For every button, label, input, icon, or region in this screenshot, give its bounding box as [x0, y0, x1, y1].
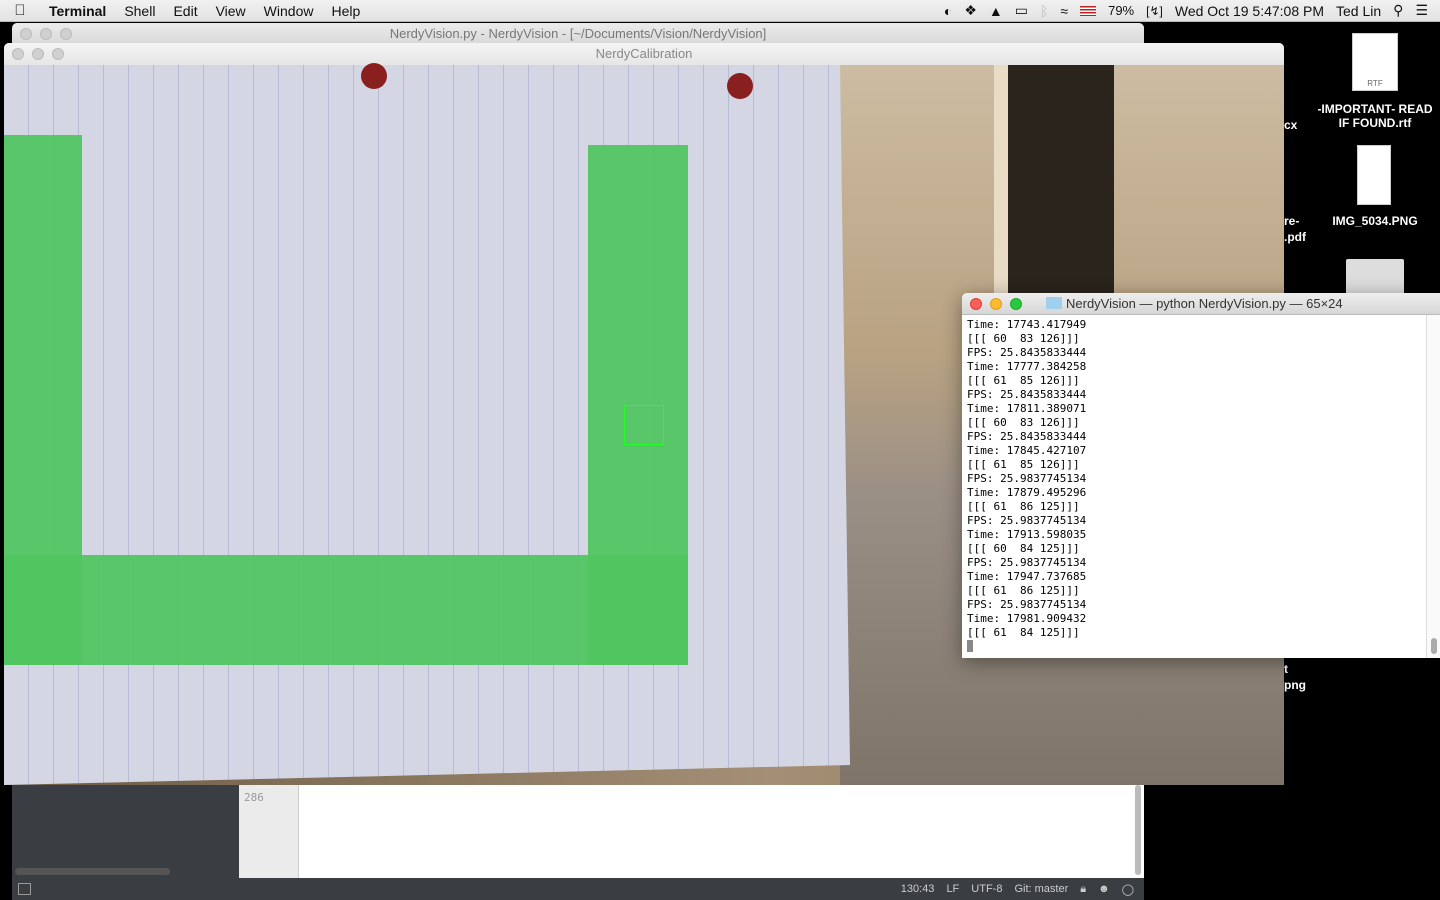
terminal-title: NerdyVision — python NerdyVision.py — 65…: [1066, 296, 1343, 311]
terminal-line: [[[ 61 85 126]]]: [967, 374, 1080, 387]
terminal-line: [[[ 61 86 125]]]: [967, 584, 1080, 597]
terminal-line: [[[ 60 84 125]]]: [967, 542, 1080, 555]
editor-title: NerdyVision.py - NerdyVision - [~/Docume…: [389, 26, 767, 41]
rtf-badge: RTF: [1367, 79, 1383, 88]
status-bar: 130:43 LF UTF-8 Git: master 🔒︎ ☻ ◯: [12, 878, 1144, 900]
apple-menu-icon[interactable]: : [0, 2, 40, 19]
dropbox-icon[interactable]: ❖: [964, 2, 977, 19]
menu-help[interactable]: Help: [322, 3, 369, 19]
google-drive-icon[interactable]: ▲: [989, 3, 1003, 19]
zoom-button[interactable]: [52, 48, 64, 60]
line-number: 286: [244, 791, 264, 804]
terminal-line: [[[ 61 85 126]]]: [967, 458, 1080, 471]
png-file-thumbnail[interactable]: [1357, 145, 1391, 205]
terminal-line: FPS: 25.9837745134: [967, 598, 1087, 611]
menu-shell[interactable]: Shell: [115, 3, 164, 19]
terminal-line: FPS: 25.8435833444: [967, 346, 1087, 359]
terminal-title-bar[interactable]: NerdyVision — python NerdyVision.py — 65…: [962, 293, 1440, 315]
wifi-icon[interactable]: ≈: [1060, 3, 1068, 19]
close-button[interactable]: [12, 48, 24, 60]
terminal-line: [[[ 60 83 126]]]: [967, 416, 1080, 429]
terminal-line: [[[ 61 86 125]]]: [967, 500, 1080, 513]
encoding-select[interactable]: UTF-8: [971, 883, 1002, 895]
terminal-line: FPS: 25.9837745134: [967, 514, 1087, 527]
desktop-partial-label[interactable]: t: [1284, 662, 1288, 676]
terminal-line: FPS: 25.8435833444: [967, 430, 1087, 443]
clock-status-icon[interactable]: ◐: [944, 3, 952, 19]
battery-percent[interactable]: 79%: [1108, 3, 1134, 18]
minimize-button[interactable]: [32, 48, 44, 60]
line-ending-select[interactable]: LF: [946, 883, 959, 895]
sample-region-box: [624, 405, 664, 445]
calibration-title: NerdyCalibration: [595, 46, 693, 61]
spotlight-icon[interactable]: ⚲: [1393, 2, 1403, 19]
editor-scrollbar[interactable]: [1135, 785, 1141, 875]
red-pin: [727, 73, 753, 99]
git-branch-select[interactable]: Git: master: [1014, 883, 1068, 895]
terminal-line: Time: 17879.495296: [967, 486, 1087, 499]
terminal-line: Time: 17743.417949: [967, 318, 1087, 331]
terminal-line: Time: 17981.909432: [967, 612, 1087, 625]
desktop-partial-label[interactable]: png: [1284, 678, 1306, 692]
terminal-scrollbar[interactable]: [1426, 315, 1440, 658]
paper-sheet: [4, 65, 850, 785]
red-pin: [361, 63, 387, 89]
user-name[interactable]: Ted Lin: [1336, 3, 1381, 19]
folder-icon: [1046, 297, 1062, 309]
calibration-title-bar[interactable]: NerdyCalibration: [4, 43, 1284, 65]
close-button[interactable]: [970, 298, 982, 310]
zoom-button[interactable]: [1010, 298, 1022, 310]
menu-edit[interactable]: Edit: [164, 3, 206, 19]
editor-title-bar[interactable]: NerdyVision.py - NerdyVision - [~/Docume…: [12, 23, 1144, 45]
feedback-icon[interactable]: ◯: [1122, 883, 1134, 896]
terminal-line: Time: 17845.427107: [967, 444, 1087, 457]
desktop-file-label[interactable]: -IMPORTANT- READ IF FOUND.rtf: [1314, 102, 1436, 130]
terminal-line: Time: 17777.384258: [967, 360, 1087, 373]
scroll-thumb[interactable]: [1431, 638, 1437, 654]
terminal-output[interactable]: Time: 17743.417949[[[ 60 83 126]]] FPS: 2…: [962, 315, 1440, 654]
terminal-line: Time: 17947.737685: [967, 570, 1087, 583]
minimize-button[interactable]: [990, 298, 1002, 310]
battery-icon[interactable]: [↯]: [1146, 4, 1163, 18]
clock[interactable]: Wed Oct 19 5:47:08 PM: [1175, 3, 1324, 19]
github-icon[interactable]: ☻: [1098, 883, 1110, 895]
desktop-partial-label[interactable]: re-: [1284, 214, 1299, 228]
terminal-line: FPS: 25.9837745134: [967, 556, 1087, 569]
airplay-icon[interactable]: ▭: [1015, 2, 1028, 19]
menu-bar:  Terminal Shell Edit View Window Help ◐…: [0, 0, 1440, 22]
terminal-line: Time: 17811.389071: [967, 402, 1087, 415]
desktop-partial-label[interactable]: .pdf: [1284, 230, 1306, 244]
notification-center-icon[interactable]: ☰: [1415, 2, 1428, 19]
line-number-gutter: 286: [239, 785, 299, 878]
green-tape-bottom: [4, 555, 688, 665]
code-editor[interactable]: [299, 785, 1144, 878]
close-button[interactable]: [20, 28, 32, 40]
cursor-position[interactable]: 130:43: [901, 883, 935, 895]
lock-icon[interactable]: 🔒︎: [1080, 883, 1086, 896]
toggle-tree-icon[interactable]: [18, 883, 31, 895]
terminal-line: [[[ 61 84 125]]]: [967, 626, 1080, 639]
terminal-line: [[[ 60 83 126]]]: [967, 332, 1080, 345]
menu-window[interactable]: Window: [255, 3, 323, 19]
desktop-file-label[interactable]: IMG_5034.PNG: [1314, 214, 1436, 228]
menu-app[interactable]: Terminal: [40, 3, 115, 19]
terminal-line: Time: 17913.598035: [967, 528, 1087, 541]
rtf-file-icon[interactable]: RTF: [1352, 33, 1398, 91]
terminal-line: FPS: 25.8435833444: [967, 388, 1087, 401]
minimize-button[interactable]: [40, 28, 52, 40]
bluetooth-icon[interactable]: ᛒ: [1040, 3, 1048, 19]
terminal-cursor: [967, 640, 973, 652]
zoom-button[interactable]: [60, 28, 72, 40]
desktop-partial-label[interactable]: cx: [1284, 118, 1297, 132]
terminal-window: NerdyVision — python NerdyVision.py — 65…: [962, 293, 1440, 658]
terminal-line: FPS: 25.9837745134: [967, 472, 1087, 485]
menu-view[interactable]: View: [207, 3, 255, 19]
input-flag-icon[interactable]: [1080, 5, 1097, 16]
tree-view-scrollbar[interactable]: [15, 868, 170, 875]
